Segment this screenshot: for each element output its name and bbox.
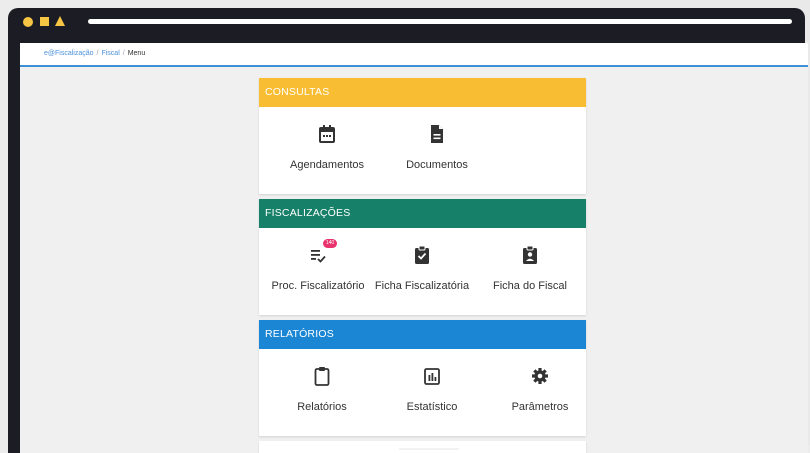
menu-item-ficha-do-fiscal[interactable]: Ficha do Fiscal — [475, 228, 585, 315]
breadcrumb-separator: / — [122, 50, 125, 57]
document-icon — [431, 125, 443, 143]
address-bar[interactable] — [88, 19, 792, 24]
main-menu: CONSULTAS Agendamentos Documentos FISCAL… — [259, 78, 586, 453]
breadcrumb-item-fiscal[interactable]: Fiscal — [101, 50, 119, 57]
menu-item-label: Agendamentos — [290, 159, 364, 171]
clipboard-person-icon — [523, 245, 537, 264]
menu-item-parametros[interactable]: Parâmetros — [485, 349, 595, 436]
menu-item-ficha-fiscalizatoria[interactable]: Ficha Fiscalizatória — [367, 228, 477, 315]
section-header-consultas: CONSULTAS — [259, 78, 586, 107]
breadcrumb-bar: e@Fiscalização / Fiscal / Menu — [20, 43, 808, 67]
browser-window: e@Fiscalização/Fiscal/Menu CONSULTAS — [8, 8, 808, 453]
clipboard-icon — [314, 367, 330, 386]
section-body-fiscalizacoes: 140 Proc. Fiscalizatório Ficha Fiscaliza… — [259, 228, 586, 315]
window-square-icon[interactable] — [40, 17, 49, 26]
section-consultas: CONSULTAS Agendamentos Documentos — [259, 78, 586, 194]
bar-chart-icon — [424, 368, 440, 385]
menu-item-label: Ficha Fiscalizatória — [374, 280, 470, 292]
menu-item-label: Parâmetros — [511, 401, 569, 413]
window-dot-icon[interactable] — [23, 17, 33, 27]
section-fiscalizacoes: FISCALIZAÇÕES 140 Proc. Fiscalizatório F… — [259, 199, 586, 315]
menu-item-agendamentos[interactable]: Agendamentos — [272, 107, 382, 194]
page-viewport: e@Fiscalização/Fiscal/Menu CONSULTAS — [20, 43, 808, 453]
notification-badge: 140 — [323, 239, 337, 248]
calendar-icon — [319, 125, 335, 143]
next-section-card — [259, 441, 586, 453]
section-body-consultas: Agendamentos Documentos — [259, 107, 586, 194]
breadcrumb-current: Menu — [127, 50, 146, 57]
menu-item-estatistico[interactable]: Estatístico — [377, 349, 487, 436]
breadcrumb: e@Fiscalização / Fiscal / Menu — [44, 43, 145, 65]
divider — [399, 448, 459, 450]
menu-item-label: Documentos — [406, 159, 468, 171]
section-header-fiscalizacoes: FISCALIZAÇÕES — [259, 199, 586, 228]
section-relatorios: RELATÓRIOS Relatórios Estatístico Parâme… — [259, 320, 586, 436]
browser-titlebar — [8, 8, 805, 36]
menu-item-proc-fiscalizatorio[interactable]: 140 Proc. Fiscalizatório — [263, 228, 373, 315]
gear-icon — [532, 368, 548, 384]
section-header-relatorios: RELATÓRIOS — [259, 320, 586, 349]
section-body-relatorios: Relatórios Estatístico Parâmetros — [259, 349, 586, 436]
menu-item-label: Proc. Fiscalizatório — [271, 280, 365, 292]
breadcrumb-item-home[interactable]: e@Fiscalização — [44, 50, 94, 57]
menu-item-label: Relatórios — [297, 401, 347, 413]
checklist-icon — [311, 250, 326, 263]
menu-item-label: Estatístico — [406, 401, 458, 413]
menu-item-label: Ficha do Fiscal — [493, 280, 567, 292]
menu-item-documentos[interactable]: Documentos — [382, 107, 492, 194]
window-triangle-icon[interactable] — [55, 16, 65, 26]
menu-item-relatorios[interactable]: Relatórios — [267, 349, 377, 436]
clipboard-check-icon — [415, 245, 429, 264]
